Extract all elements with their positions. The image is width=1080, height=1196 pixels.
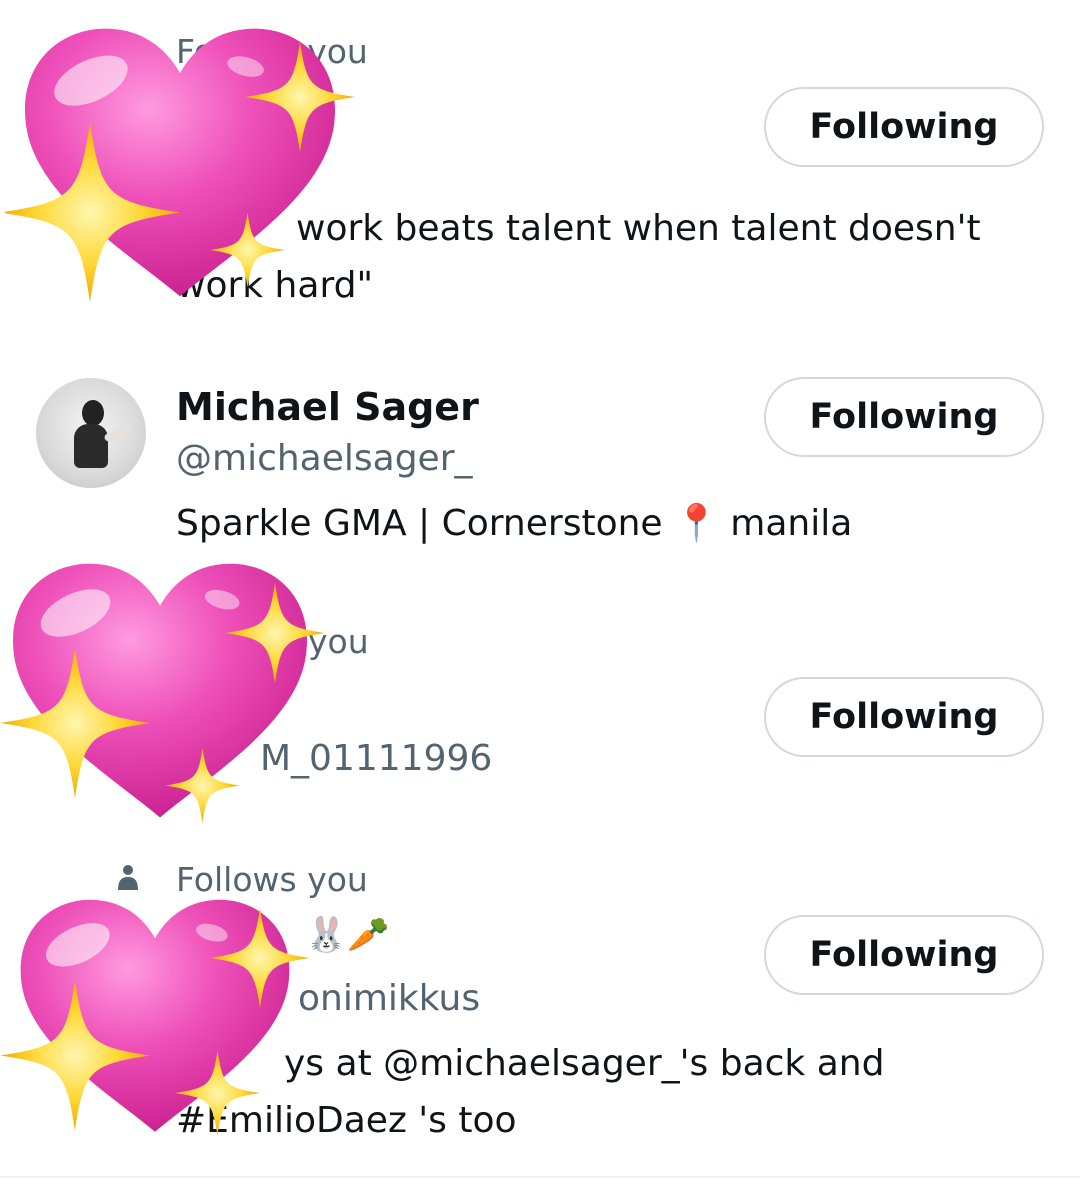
user-handle: @michaelsager_ (176, 438, 473, 479)
sparkling-heart-sticker-2 (0, 563, 325, 823)
user-name: 🐰🥕 (305, 915, 390, 955)
following-button[interactable]: Following (764, 377, 1044, 457)
sparkling-heart-sticker-1 (5, 28, 355, 303)
following-button[interactable]: Following (764, 915, 1044, 995)
user-bio-line: Sparkle GMA | Cornerstone 📍 manila (176, 503, 853, 544)
user-name: Michael Sager (176, 385, 479, 429)
following-button[interactable]: Following (764, 87, 1044, 167)
following-button[interactable]: Following (764, 677, 1044, 757)
sparkling-heart-sticker-3 (0, 899, 310, 1136)
person-icon (118, 865, 138, 890)
user-bio: Sparkle GMA | Cornerstone 📍 manila (176, 495, 852, 552)
list-divider (0, 1176, 1080, 1178)
user-cell-2[interactable]: Michael Sager @michaelsager_ Sparkle GMA… (0, 350, 1080, 570)
user-handle: onimikkus (298, 978, 481, 1019)
avatar[interactable] (36, 378, 146, 488)
